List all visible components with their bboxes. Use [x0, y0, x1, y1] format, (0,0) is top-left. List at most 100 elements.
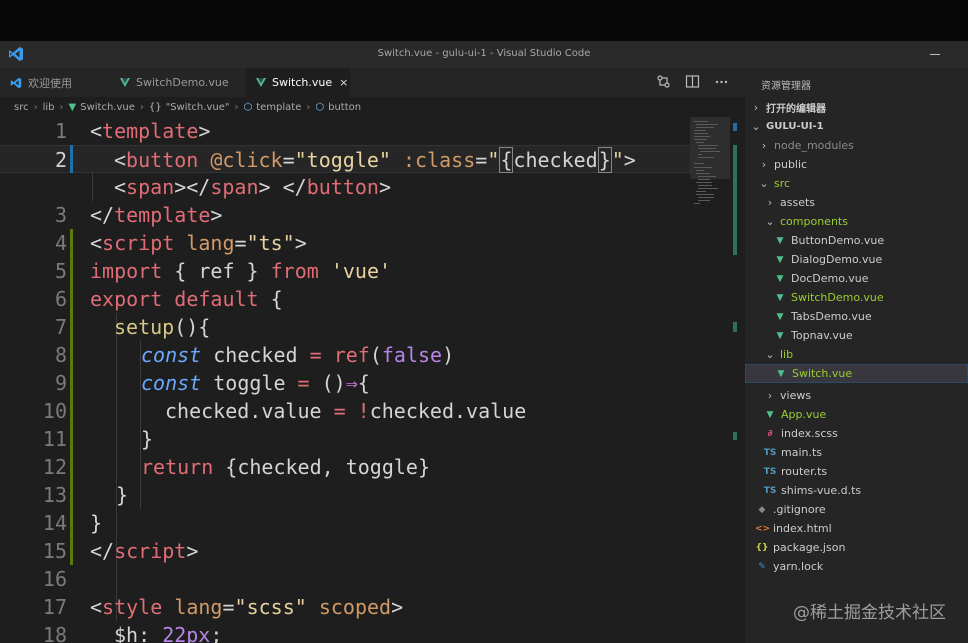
line-number: 3: [54, 203, 67, 227]
tree-file-index-html[interactable]: <> index.html: [745, 519, 968, 538]
tree-file-tabsdemo[interactable]: ▼ TabsDemo.vue: [745, 307, 968, 326]
gutter-modified-mark: [70, 145, 73, 173]
tree-label: .gitignore: [773, 503, 826, 516]
tree-folder-views[interactable]: › views: [745, 386, 968, 405]
vue-icon: [256, 78, 266, 87]
top-black-band: [0, 0, 968, 41]
line-number: 11: [42, 427, 67, 451]
tree-file-yarn-lock[interactable]: ✎ yarn.lock: [745, 557, 968, 576]
breadcrumb-item[interactable]: template: [256, 102, 301, 113]
code-text: }: [141, 427, 154, 451]
tree-folder-components[interactable]: ⌄ components: [745, 212, 968, 231]
more-actions-icon[interactable]: [714, 74, 729, 89]
tree-label: index.scss: [781, 427, 838, 440]
tree-label: public: [774, 158, 808, 171]
vue-file-icon: ▼: [776, 292, 784, 303]
tree-folder-lib[interactable]: ⌄ lib: [745, 345, 968, 364]
close-icon[interactable]: ×: [339, 76, 348, 89]
tab-welcome[interactable]: 欢迎使用: [0, 68, 110, 97]
gutter-added-mark: [70, 481, 73, 509]
tree-folder-src[interactable]: ⌄ src: [745, 174, 968, 193]
tree-folder-node-modules[interactable]: › node_modules: [745, 136, 968, 155]
chevron-down-icon: ⌄: [765, 215, 775, 228]
tree-file-app[interactable]: ▼ App.vue: [745, 405, 968, 424]
line-number: 6: [54, 287, 67, 311]
tab-switchdemo[interactable]: SwitchDemo.vue: [110, 68, 246, 97]
compare-icon[interactable]: [656, 74, 671, 89]
breadcrumb-item[interactable]: button: [328, 102, 361, 113]
tree-file-shims[interactable]: TS shims-vue.d.ts: [745, 481, 968, 500]
line-number: 7: [54, 315, 67, 339]
git-file-icon: ◆: [758, 504, 766, 515]
line-number: 16: [42, 567, 67, 591]
tab-label: Switch.vue: [272, 76, 333, 89]
line-number: 4: [54, 231, 67, 255]
code-text: $h: 22px;: [114, 623, 223, 643]
vue-icon: ▼: [68, 101, 77, 113]
line-number: 18: [42, 623, 67, 643]
tree-label: components: [780, 215, 848, 228]
tree-folder-assets[interactable]: › assets: [745, 193, 968, 212]
code-text: </script>: [90, 539, 199, 563]
code-line-current: 2 <button @click="toggle" :class="{check…: [0, 145, 690, 173]
tree-label: 打开的编辑器: [766, 104, 826, 115]
line-number: 10: [42, 399, 67, 423]
tree-file-main-ts[interactable]: TS main.ts: [745, 443, 968, 462]
tree-file-index-scss[interactable]: ∂ index.scss: [745, 424, 968, 443]
minimap[interactable]: [690, 117, 730, 643]
open-editors-section[interactable]: › 打开的编辑器: [745, 98, 968, 117]
tree-label: TabsDemo.vue: [791, 310, 872, 323]
line-number: 13: [42, 483, 67, 507]
code-text: checked.value = !checked.value: [165, 399, 527, 423]
tree-label: package.json: [773, 541, 846, 554]
tree-file-gitignore[interactable]: ◆ .gitignore: [745, 500, 968, 519]
vue-file-icon: ▼: [776, 273, 784, 284]
tab-switch[interactable]: Switch.vue ×: [246, 68, 350, 97]
cube-icon: ⬡: [315, 101, 325, 113]
code-line: 5 import { ref } from 'vue': [0, 257, 690, 285]
line-number: 5: [54, 259, 67, 283]
gutter-added-mark: [70, 369, 73, 397]
tree-file-switch-selected[interactable]: ▼ Switch.vue: [745, 364, 968, 383]
vue-file-icon: ▼: [776, 311, 784, 322]
chevron-down-icon: ⌄: [751, 120, 761, 133]
project-root-section[interactable]: ⌄ GULU-UI-1: [745, 117, 968, 136]
vue-file-icon: ▼: [776, 330, 784, 341]
cube-icon: ⬡: [243, 101, 253, 113]
code-text: }: [116, 483, 129, 507]
tree-file-dialogdemo[interactable]: ▼ DialogDemo.vue: [745, 250, 968, 269]
code-line: 11 }: [0, 425, 690, 453]
tree-label: node_modules: [774, 139, 854, 152]
tree-file-switchdemo[interactable]: ▼ SwitchDemo.vue: [745, 288, 968, 307]
tree-label: index.html: [773, 522, 832, 535]
code-text: <script lang="ts">: [90, 231, 307, 255]
tree-file-router-ts[interactable]: TS router.ts: [745, 462, 968, 481]
code-line: 3 </template>: [0, 201, 690, 229]
breadcrumb-item[interactable]: src: [14, 102, 29, 113]
tree-file-package-json[interactable]: {} package.json: [745, 538, 968, 557]
vue-file-icon: ▼: [776, 235, 784, 246]
tree-folder-public[interactable]: › public: [745, 155, 968, 174]
tree-label: GULU-UI-1: [766, 121, 824, 132]
breadcrumb-item[interactable]: lib: [43, 102, 55, 113]
tree-file-docdemo[interactable]: ▼ DocDemo.vue: [745, 269, 968, 288]
vue-file-icon: ▼: [776, 254, 784, 265]
yarn-file-icon: ✎: [758, 561, 766, 572]
tree-file-buttondemo[interactable]: ▼ ButtonDemo.vue: [745, 231, 968, 250]
code-editor[interactable]: 1 <template> 2 <button @click="toggle" :…: [0, 117, 745, 643]
split-editor-icon[interactable]: [685, 74, 700, 89]
tree-file-topnav[interactable]: ▼ Topnav.vue: [745, 326, 968, 345]
code-text: <span></span> </button>: [114, 175, 391, 199]
code-line: 14 }: [0, 509, 690, 537]
breadcrumb-item[interactable]: Switch.vue: [80, 102, 135, 113]
tree-label: Switch.vue: [792, 367, 853, 380]
minimize-icon[interactable]: [930, 54, 940, 55]
code-text: <template>: [90, 119, 211, 143]
breadcrumb-item[interactable]: "Switch.vue": [166, 102, 230, 113]
chevron-down-icon: ⌄: [759, 177, 769, 190]
chevron-down-icon: ⌄: [765, 348, 775, 361]
tab-label: SwitchDemo.vue: [136, 76, 229, 89]
vscode-icon: [10, 77, 22, 88]
tree-label: App.vue: [781, 408, 827, 421]
line-number: 14: [42, 511, 67, 535]
